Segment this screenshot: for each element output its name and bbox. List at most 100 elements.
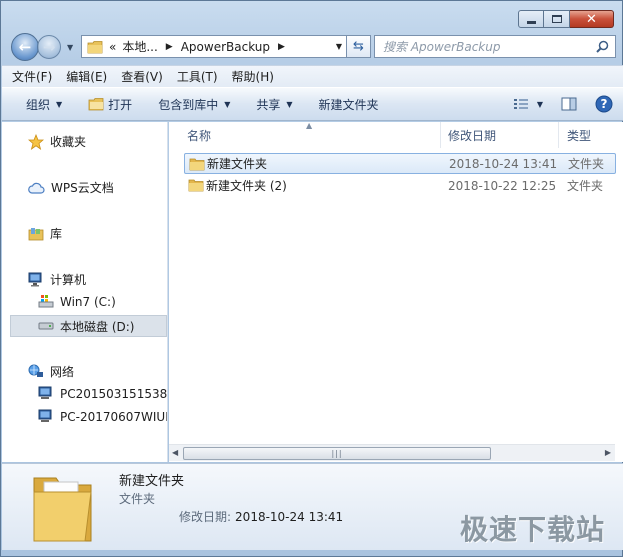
maximize-icon: [551, 15, 562, 23]
network-icon: [28, 364, 43, 377]
explorer-window: ✕ ← → ▼ « 本地... ▶ ApowerBackup ▶ ▼ ⇆ 搜索 …: [0, 0, 623, 557]
maximize-button[interactable]: [544, 10, 570, 28]
command-bar: 组织 ▼ 打开 包含到库中 ▼ 共享 ▼ 新建文件夹 ▼ ?: [2, 87, 623, 121]
sidebar-item-label: 计算机: [50, 273, 87, 287]
file-row[interactable]: 新建文件夹 (2) 2018-10-22 12:25 文件夹: [184, 175, 616, 196]
scrollbar-thumb[interactable]: |||: [183, 447, 491, 460]
forward-arrow-icon: →: [42, 38, 56, 56]
sidebar-item-computer[interactable]: 计算机: [28, 271, 86, 288]
sidebar-item-label: PC-20170607WIUN: [60, 409, 168, 424]
sidebar-item-library[interactable]: 库: [28, 225, 62, 242]
organize-label: 组织: [26, 97, 51, 112]
open-label: 打开: [108, 97, 133, 112]
new-folder-label: 新建文件夹: [318, 97, 379, 112]
refresh-icon: ⇆: [353, 39, 364, 54]
organize-button[interactable]: 组织 ▼: [26, 96, 62, 113]
chevron-down-icon: ▼: [224, 99, 231, 109]
search-input[interactable]: 搜索 ApowerBackup: [374, 35, 616, 58]
address-bar[interactable]: « 本地... ▶ ApowerBackup ▶ ▼: [81, 35, 347, 58]
back-arrow-icon: ←: [18, 38, 32, 56]
share-button[interactable]: 共享 ▼: [256, 96, 292, 113]
sidebar-item-favorites[interactable]: 收藏夹: [28, 133, 86, 150]
column-header-name[interactable]: 名称: [187, 122, 211, 148]
breadcrumb-local-disk[interactable]: 本地...: [122, 38, 157, 55]
file-modified: 2018-10-22 12:25: [448, 178, 557, 193]
column-divider[interactable]: [440, 122, 441, 148]
column-header-label: 类型: [567, 128, 592, 143]
view-controls: ▼ ?: [495, 95, 613, 113]
sidebar-item-label: 收藏夹: [50, 135, 87, 149]
chevron-down-icon: ▼: [56, 99, 63, 109]
file-row[interactable]: 新建文件夹 2018-10-24 13:41 文件夹: [184, 153, 616, 174]
forward-button[interactable]: →: [37, 35, 61, 59]
navigation-pane: 收藏夹 WPS云文档 库 计算机 Win7 (C:) 本地磁盘 (D:) 网络: [2, 122, 168, 462]
chevron-down-icon: ▼: [536, 99, 543, 109]
details-modified: 修改日期: 2018-10-24 13:41: [179, 508, 343, 525]
new-folder-button[interactable]: 新建文件夹: [319, 96, 379, 113]
large-folder-icon: [33, 477, 92, 542]
sidebar-item-wps-cloud[interactable]: WPS云文档: [28, 179, 114, 196]
sidebar-item-label: 网络: [50, 365, 75, 379]
recent-pages-dropdown[interactable]: ▼: [67, 43, 73, 52]
address-history-dropdown[interactable]: ▼: [336, 42, 342, 51]
folder-icon: [189, 158, 205, 171]
watermark-logo: 极速下载站: [459, 513, 605, 546]
network-computer-icon: [38, 409, 52, 422]
help-icon[interactable]: ?: [595, 95, 613, 113]
menu-tools[interactable]: 工具(T): [177, 68, 218, 85]
star-icon: [28, 133, 44, 150]
menu-bar: 文件(F) 编辑(E) 查看(V) 工具(T) 帮助(H): [2, 65, 623, 87]
sidebar-item-pc1[interactable]: PC201503151538: [38, 386, 167, 401]
file-name: 新建文件夹 (2): [206, 179, 287, 193]
close-icon: ✕: [586, 11, 597, 27]
column-header-type[interactable]: 类型: [567, 122, 591, 148]
window-controls: ✕: [518, 10, 614, 28]
include-in-library-label: 包含到库中: [158, 97, 219, 112]
library-icon: [28, 227, 44, 240]
chevron-right-icon[interactable]: ▶: [166, 42, 173, 52]
details-modified-label: 修改日期:: [179, 510, 232, 524]
minimize-button[interactable]: [518, 10, 544, 28]
sort-ascending-icon: ▲: [306, 121, 313, 130]
menu-file[interactable]: 文件(F): [12, 68, 52, 85]
back-button[interactable]: ←: [11, 33, 39, 61]
chevron-right-icon[interactable]: ▶: [278, 42, 285, 52]
file-type: 文件夹: [568, 157, 605, 171]
details-name: 新建文件夹: [119, 474, 185, 489]
column-divider[interactable]: [558, 122, 559, 148]
details-pane: 新建文件夹 文件夹 修改日期: 2018-10-24 13:41 极速下载站: [2, 463, 623, 550]
navigation-bar: ← → ▼ « 本地... ▶ ApowerBackup ▶ ▼ ⇆ 搜索 Ap…: [9, 33, 616, 61]
details-view-icon: [513, 99, 528, 109]
change-view-button[interactable]: ▼: [513, 97, 543, 111]
menu-edit[interactable]: 编辑(E): [66, 68, 107, 85]
hard-drive-icon: [38, 322, 54, 330]
column-header-modified[interactable]: 修改日期: [448, 122, 496, 148]
horizontal-scrollbar[interactable]: ◀ ||| ▶: [169, 444, 615, 461]
breadcrumb: « 本地... ▶ ApowerBackup ▶: [109, 38, 293, 55]
sidebar-item-drive-c[interactable]: Win7 (C:): [38, 294, 116, 309]
include-in-library-button[interactable]: 包含到库中 ▼: [158, 96, 230, 113]
computer-icon: [28, 272, 42, 287]
breadcrumb-apowerbackup[interactable]: ApowerBackup: [181, 40, 270, 54]
sidebar-item-pc2[interactable]: PC-20170607WIUN: [38, 409, 168, 424]
chevron-down-icon: ▼: [286, 99, 293, 109]
breadcrumb-overflow[interactable]: «: [109, 40, 116, 54]
search-placeholder: 搜索 ApowerBackup: [383, 40, 501, 54]
sidebar-item-drive-d[interactable]: 本地磁盘 (D:): [10, 315, 167, 337]
close-button[interactable]: ✕: [570, 10, 614, 28]
sidebar-item-label: 库: [50, 227, 63, 241]
search-icon[interactable]: [596, 40, 609, 53]
cloud-icon: [28, 182, 45, 194]
menu-help[interactable]: 帮助(H): [232, 68, 274, 85]
column-header-label: 修改日期: [448, 128, 497, 143]
refresh-button[interactable]: ⇆: [347, 35, 371, 58]
scroll-right-icon[interactable]: ▶: [605, 448, 611, 457]
menu-view[interactable]: 查看(V): [121, 68, 163, 85]
file-type: 文件夹: [567, 179, 604, 193]
sidebar-item-network[interactable]: 网络: [28, 363, 74, 380]
scroll-left-icon[interactable]: ◀: [172, 448, 178, 457]
folder-icon: [87, 40, 103, 53]
open-button[interactable]: 打开: [88, 96, 132, 113]
sidebar-item-label: WPS云文档: [51, 181, 114, 195]
preview-pane-icon[interactable]: [561, 97, 577, 111]
